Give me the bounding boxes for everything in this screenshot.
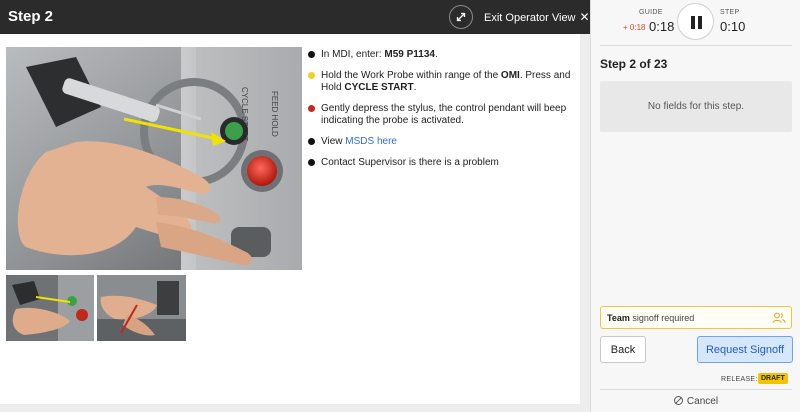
- instruction-text: Gently depress the stylus, the control p…: [321, 103, 567, 126]
- probe-photo: CYCLE START FEED HOLD: [6, 47, 302, 270]
- instruction-item: Gently depress the stylus, the control p…: [308, 103, 578, 127]
- step-counter: Step 2 of 23: [600, 57, 668, 71]
- cancel-icon: [673, 396, 683, 405]
- instruction-item: View MSDS here: [308, 136, 578, 148]
- no-fields-text: No fields for this step.: [647, 101, 745, 112]
- cancel-label: Cancel: [686, 396, 719, 407]
- instruction-emphasis: M59 P1134: [384, 49, 435, 60]
- timer-bar: GUIDE + 0:18 0:18 STEP 0:10: [591, 0, 800, 43]
- right-pane: GUIDE + 0:18 0:18 STEP 0:10 Step 2 of 23…: [590, 0, 800, 412]
- bullet-dot-icon: [308, 72, 315, 79]
- bullet-dot-icon: [308, 138, 315, 145]
- team-icon: [772, 312, 786, 324]
- instruction-emphasis: CYCLE START: [344, 82, 414, 93]
- expand-icon: [456, 12, 466, 22]
- msds-link[interactable]: MSDS here: [345, 136, 397, 147]
- no-fields-box: No fields for this step.: [600, 81, 792, 132]
- thumbnail-photo-2: [97, 275, 186, 341]
- exit-operator-view-label: Exit Operator View: [484, 12, 576, 24]
- instruction-text: View: [321, 136, 346, 147]
- step-timer-label: STEP: [720, 9, 740, 16]
- step-title: Step 2: [8, 8, 54, 25]
- exit-operator-view-button[interactable]: Exit Operator View ✕: [484, 10, 590, 24]
- release-label: RELEASE:: [721, 376, 758, 383]
- instruction-emphasis: OMI: [500, 70, 520, 81]
- guide-label: GUIDE: [639, 9, 663, 16]
- instruction-text: .: [434, 49, 438, 60]
- operator-view: Step 2 Exit Operator View ✕ CYCLE START …: [0, 0, 800, 412]
- instruction-text: Contact Supervisor is there is a problem: [321, 157, 499, 168]
- signoff-text: Team signoff required: [607, 313, 694, 323]
- divider: [600, 389, 792, 390]
- instruction-text: .: [413, 82, 417, 93]
- instruction-item: Contact Supervisor is there is a problem: [308, 157, 578, 169]
- top-bar: Step 2 Exit Operator View ✕: [0, 0, 590, 34]
- request-signoff-button[interactable]: Request Signoff: [697, 336, 793, 363]
- thumbnail-image-2[interactable]: [97, 275, 186, 341]
- divider: [600, 45, 792, 46]
- bullet-dot-icon: [308, 51, 315, 58]
- draft-badge: DRAFT: [758, 373, 788, 384]
- signoff-rest: signoff required: [629, 313, 695, 323]
- step-time: 0:10: [720, 19, 746, 34]
- guide-delta: + 0:18: [623, 23, 646, 32]
- bullet-dot-icon: [308, 159, 315, 166]
- instruction-list: In MDI, enter: M59 P1134. Hold the Work P…: [308, 49, 578, 178]
- instruction-item: Hold the Work Probe within range of the …: [308, 70, 578, 94]
- instruction-text: Hold the Work Probe within range of the: [321, 70, 501, 81]
- signoff-requirement: Team signoff required: [600, 306, 792, 329]
- bullet-dot-icon: [308, 105, 315, 112]
- thumbnail-image-1[interactable]: [6, 275, 94, 341]
- pause-button[interactable]: [677, 3, 714, 40]
- svg-text:FEED HOLD: FEED HOLD: [270, 91, 279, 137]
- cancel-button[interactable]: Cancel: [591, 396, 800, 407]
- expand-button[interactable]: [449, 5, 473, 29]
- back-button[interactable]: Back: [600, 336, 646, 363]
- signoff-type: Team: [607, 313, 630, 323]
- instruction-item: In MDI, enter: M59 P1134.: [308, 49, 578, 61]
- instruction-text: In MDI, enter:: [321, 49, 385, 60]
- thumbnail-photo-1: [6, 275, 94, 341]
- step-content: CYCLE START FEED HOLD In MDI, enter: M59…: [0, 34, 580, 404]
- left-pane: Step 2 Exit Operator View ✕ CYCLE START …: [0, 0, 590, 412]
- close-icon: ✕: [579, 10, 590, 24]
- main-step-image[interactable]: CYCLE START FEED HOLD: [6, 47, 302, 270]
- guide-time: 0:18: [649, 19, 675, 34]
